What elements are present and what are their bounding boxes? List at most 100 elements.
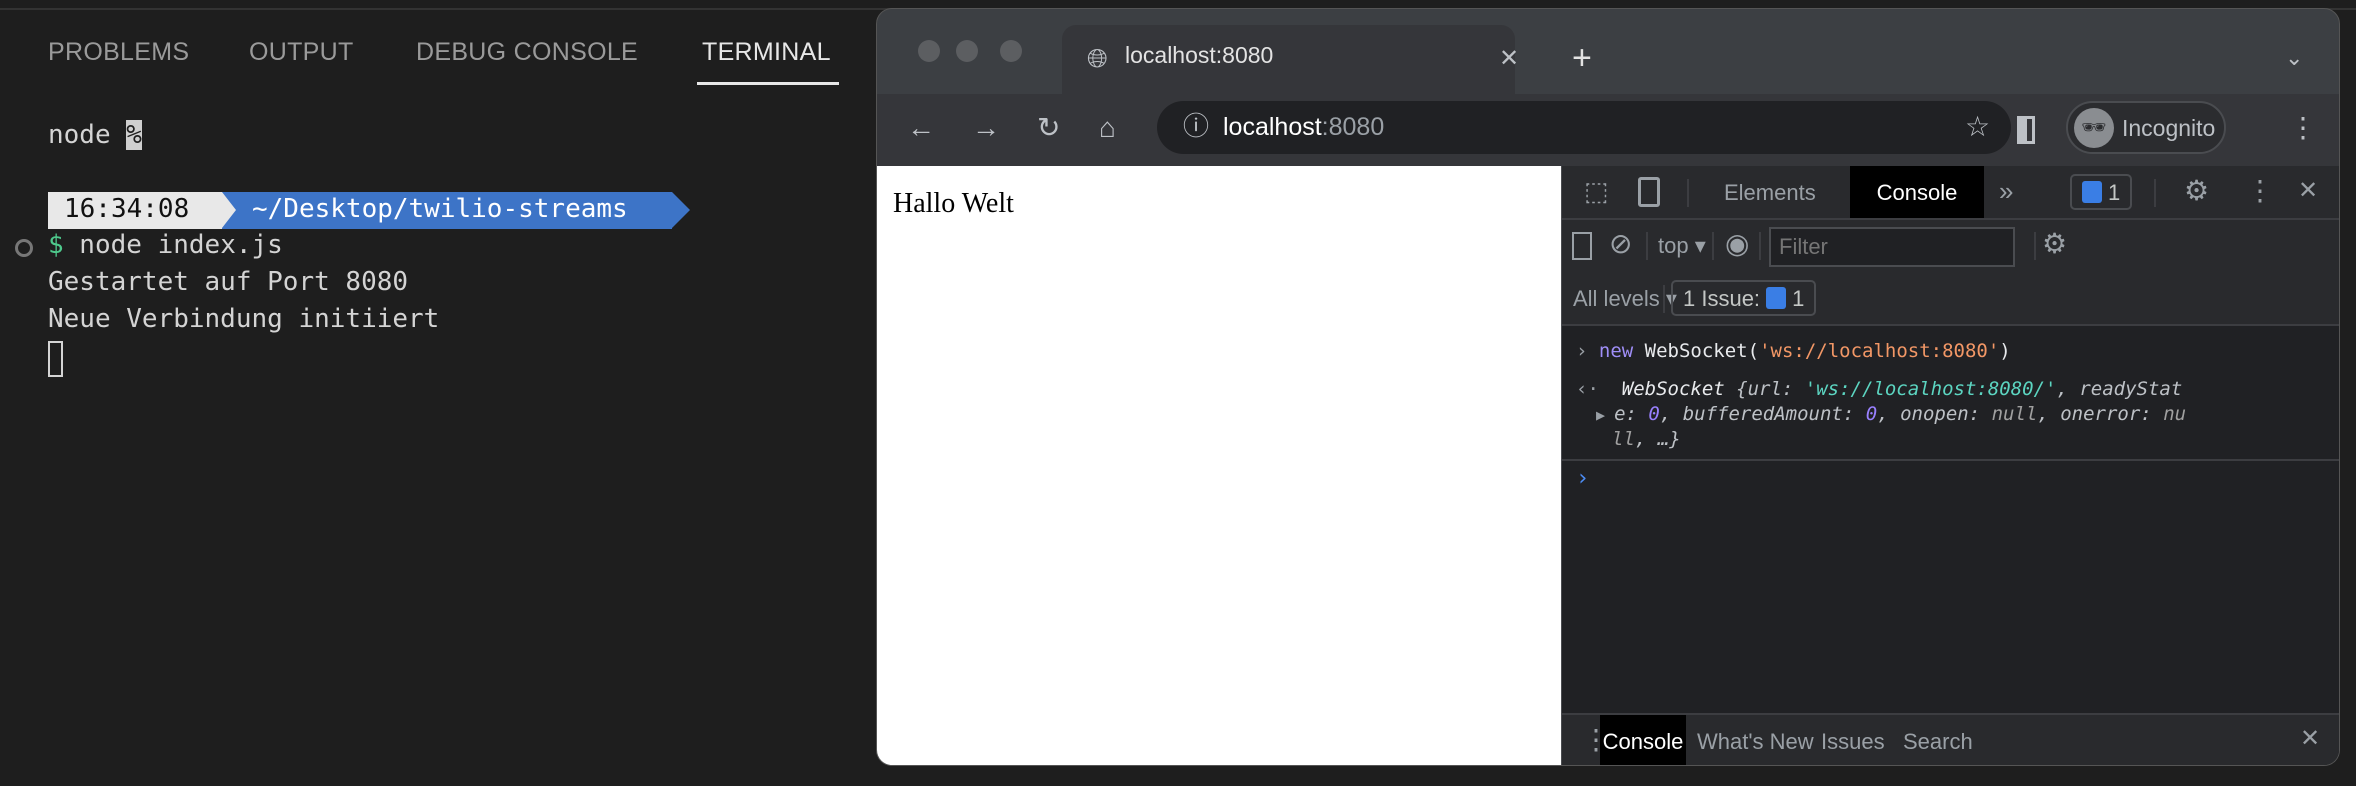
levels-value: All levels <box>1573 286 1660 311</box>
tab-console[interactable]: Console <box>1850 166 1984 218</box>
close-tab-icon[interactable]: ✕ <box>1499 47 1519 71</box>
code-text: , onopen: <box>1877 403 1992 425</box>
show-sidebar-icon[interactable] <box>1572 232 1592 260</box>
devtools-main-toolbar: ⬚ Elements Console » 1 ⚙ ⋮ ✕ <box>1562 166 2339 220</box>
address-bar[interactable]: ⓘ localhost:8080 ☆ <box>1157 101 2011 154</box>
issues-badge-count: 1 <box>1792 286 1805 311</box>
expand-triangle-icon[interactable]: ▶ <box>1596 406 1614 424</box>
command-status-circle-icon[interactable] <box>15 239 33 257</box>
console-levels-row: All levels ▾ 1 Issue: 1 <box>1562 273 2339 326</box>
issues-label: 1 Issue: <box>1683 286 1761 311</box>
console-settings-gear-icon[interactable]: ⚙ <box>2042 230 2067 258</box>
code-null: nu <box>2163 403 2187 425</box>
prompt-separator-end <box>672 192 690 228</box>
code-null: null <box>1991 403 2038 425</box>
terminal-percent: % <box>126 120 142 150</box>
tab-problems[interactable]: PROBLEMS <box>48 38 189 67</box>
divider <box>1687 179 1689 207</box>
console-prompt[interactable]: › <box>1562 466 2339 491</box>
incognito-profile-button[interactable]: 🕶︎ Incognito <box>2066 101 2226 154</box>
globe-icon: 🌐︎ <box>1087 43 1108 73</box>
page-text: Hallo Welt <box>893 188 1014 219</box>
tab-output[interactable]: OUTPUT <box>249 38 354 67</box>
settings-gear-icon[interactable]: ⚙ <box>2184 177 2209 205</box>
divider <box>1562 459 2339 461</box>
url-port: :8080 <box>1321 113 1385 141</box>
devtools-panel: ⬚ Elements Console » 1 ⚙ ⋮ ✕ ⊘ top ▾ ◉ ⚙… <box>1561 166 2339 765</box>
code-text: , readyStat <box>2056 378 2183 400</box>
console-output-line: ll, …} <box>1562 428 2339 450</box>
new-tab-icon[interactable]: + <box>1572 41 1592 75</box>
browser-window: 🌐︎ localhost:8080 ✕ + ⌄ ← → ↻ ⌂ ⓘ localh… <box>876 8 2340 766</box>
forward-icon[interactable]: → <box>972 114 1000 142</box>
message-icon <box>1766 287 1787 309</box>
devtools-drawer-tabs: ⋮ Console What's New Issues Search ✕ <box>1562 713 2339 765</box>
issues-button[interactable]: 1 Issue: 1 <box>1671 280 1817 316</box>
terminal-line-node: node % <box>48 120 142 150</box>
close-drawer-icon[interactable]: ✕ <box>2300 727 2320 751</box>
devtools-menu-icon[interactable]: ⋮ <box>2246 177 2274 205</box>
clear-console-icon[interactable]: ⊘ <box>1609 230 1632 258</box>
back-icon[interactable]: ← <box>907 114 935 142</box>
input-chevron-icon: › <box>1576 340 1599 362</box>
reload-icon[interactable]: ↻ <box>1037 114 1060 142</box>
output-arrow-icon: ‹· <box>1576 378 1622 400</box>
prompt-separator <box>222 192 236 228</box>
code-text: , onerror: <box>2037 403 2164 425</box>
bookmark-star-icon[interactable]: ☆ <box>1965 113 1990 141</box>
close-devtools-icon[interactable]: ✕ <box>2298 179 2318 203</box>
live-expression-eye-icon[interactable]: ◉ <box>1725 230 1749 258</box>
terminal-output-line: Neue Verbindung initiiert <box>48 304 440 334</box>
info-icon[interactable]: ⓘ <box>1183 113 1209 139</box>
minimize-window-button[interactable] <box>956 40 978 62</box>
filter-input[interactable] <box>1769 227 2015 267</box>
drawer-tab-search[interactable]: Search <box>1903 715 1973 765</box>
tab-search-chevron-icon[interactable]: ⌄ <box>2285 47 2303 69</box>
code-null: ll <box>1612 428 1635 450</box>
message-icon <box>2082 181 2102 203</box>
console-input-line: › new WebSocket('ws://localhost:8080') <box>1562 340 2339 362</box>
home-icon[interactable]: ⌂ <box>1099 114 1116 142</box>
code-string: 'ws://localhost:8080' <box>1759 340 2000 362</box>
divider <box>1759 232 1761 260</box>
context-selector[interactable]: top ▾ <box>1658 233 1706 259</box>
inspect-element-icon[interactable]: ⬚ <box>1584 178 1609 204</box>
prompt-path: ~/Desktop/twilio-streams <box>222 192 672 229</box>
code-number: 0 <box>1648 403 1660 425</box>
url-text[interactable]: localhost:8080 <box>1223 113 1384 142</box>
drawer-tab-console[interactable]: Console <box>1600 715 1686 765</box>
issues-count: 1 <box>2108 180 2121 205</box>
code-text: ) <box>1999 340 2011 362</box>
console-toolbar: ⊘ top ▾ ◉ ⚙ <box>1562 220 2339 273</box>
device-toolbar-icon[interactable] <box>1638 177 1660 207</box>
terminal-line-command: $ node index.js <box>48 230 283 260</box>
drawer-tab-issues[interactable]: Issues <box>1821 715 1885 765</box>
more-tabs-icon[interactable]: » <box>1999 176 2013 207</box>
tab-debug-console[interactable]: DEBUG CONSOLE <box>416 38 638 67</box>
prompt-time: 16:34:08 <box>48 192 222 229</box>
close-window-button[interactable] <box>918 40 940 62</box>
divider <box>2034 232 2036 260</box>
issues-counter-button[interactable]: 1 <box>2070 174 2133 210</box>
browser-menu-icon[interactable]: ⋮ <box>2289 114 2317 142</box>
tab-elements[interactable]: Elements <box>1724 180 1816 206</box>
console-output-line[interactable]: ‹· WebSocket {url: 'ws://localhost:8080/… <box>1562 378 2339 400</box>
code-text: {url: <box>1736 378 1805 400</box>
side-panel-icon[interactable] <box>2017 116 2035 144</box>
code-string: 'ws://localhost:8080/' <box>1804 378 2057 400</box>
code-text: , …} <box>1634 428 1681 450</box>
object-type: WebSocket <box>1621 378 1737 400</box>
code-number: 0 <box>1865 403 1878 425</box>
terminal-text: node <box>48 120 127 150</box>
terminal-cursor[interactable] <box>48 341 63 377</box>
log-levels-dropdown[interactable]: All levels ▾ <box>1573 286 1677 312</box>
tab-terminal[interactable]: TERMINAL <box>702 38 831 67</box>
web-page: Hallo Welt <box>877 166 1561 765</box>
drawer-tab-whats-new[interactable]: What's New <box>1697 715 1814 765</box>
context-value: top <box>1658 233 1689 258</box>
maximize-window-button[interactable] <box>1000 40 1022 62</box>
tab-title: localhost:8080 <box>1125 42 1274 68</box>
code-keyword: new <box>1598 340 1634 362</box>
browser-toolbar: ← → ↻ ⌂ ⓘ localhost:8080 ☆ 🕶︎ Incognito … <box>877 94 2339 166</box>
console-output-line[interactable]: ▶ e: 0, bufferedAmount: 0, onopen: null,… <box>1562 403 2339 425</box>
